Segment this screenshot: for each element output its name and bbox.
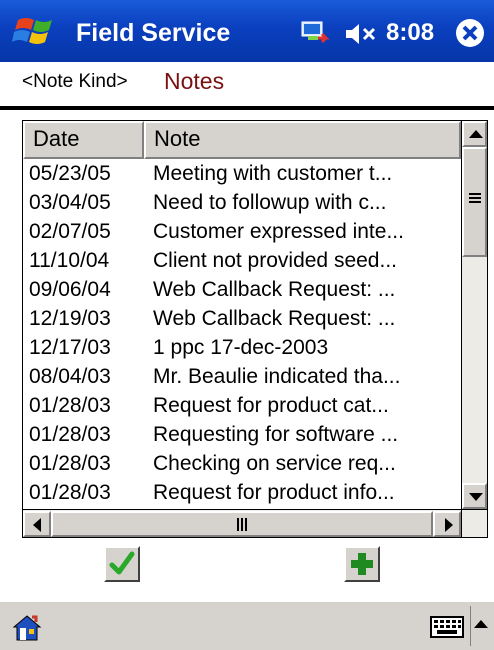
row-date: 01/28/03 [29, 452, 111, 475]
note-kind-value[interactable]: Notes [164, 68, 224, 94]
table-row[interactable]: 09/06/04 Web Callback Request: ... [23, 275, 461, 304]
arrow-right-icon [445, 518, 453, 532]
grip-icon [469, 193, 481, 203]
app-title: Field Service [76, 19, 231, 47]
row-note: Web Callback Request: ... [153, 278, 396, 301]
horizontal-scrollbar[interactable] [23, 509, 461, 537]
close-icon[interactable] [455, 18, 485, 48]
row-date: 01/28/03 [29, 394, 111, 417]
ok-button[interactable] [104, 546, 140, 582]
table-row[interactable]: 03/04/05 Need to followup with c... [23, 188, 461, 217]
speaker-muted-icon[interactable] [344, 22, 382, 46]
notes-list[interactable]: Date Note 05/23/05 Meeting with customer… [22, 120, 488, 538]
row-note: Requesting for software ... [153, 423, 399, 446]
row-date: 09/06/04 [29, 278, 111, 301]
divider [0, 106, 494, 110]
row-note: Mr. Beaulie indicated tha... [153, 365, 401, 388]
arrow-up-icon [469, 130, 483, 138]
scroll-left-button[interactable] [23, 511, 51, 537]
table-row[interactable]: 01/28/03 Request for product info... [23, 478, 461, 507]
scroll-down-button[interactable] [462, 483, 487, 509]
row-note: Request for product cat... [153, 394, 389, 417]
row-note: Web Callback Request: ... [153, 307, 396, 330]
vertical-scroll-thumb[interactable] [462, 147, 487, 257]
scroll-up-button[interactable] [462, 121, 487, 147]
checkmark-icon [109, 551, 135, 575]
table-body: 05/23/05 Meeting with customer t... 03/0… [23, 159, 461, 509]
arrow-down-icon [469, 493, 483, 501]
table-row[interactable]: 08/04/03 Mr. Beaulie indicated tha... [23, 362, 461, 391]
row-note: Meeting with customer t... [153, 162, 393, 185]
table-row[interactable]: 01/28/03 Checking on service req... [23, 449, 461, 478]
home-icon[interactable] [12, 614, 42, 642]
scroll-right-button[interactable] [433, 511, 461, 537]
row-note: Checking on service req... [153, 452, 396, 475]
windows-flag-icon[interactable] [12, 12, 58, 50]
table-header: Date Note [23, 121, 461, 159]
vertical-scrollbar[interactable] [461, 121, 487, 509]
arrow-up-icon [474, 620, 488, 628]
row-note: Client not provided seed... [153, 249, 397, 272]
keyboard-icon[interactable] [430, 616, 464, 638]
clock[interactable]: 8:08 [386, 20, 434, 46]
add-note-button[interactable] [344, 546, 380, 582]
table-row[interactable]: 11/10/04 Client not provided seed... [23, 246, 461, 275]
row-note: Need to followup with c... [153, 191, 387, 214]
input-panel-toggle[interactable] [470, 606, 490, 646]
connectivity-icon[interactable] [300, 20, 332, 46]
row-note: Request for product info... [153, 481, 395, 504]
table-row[interactable]: 01/28/03 Requesting for software ... [23, 420, 461, 449]
row-date: 03/04/05 [29, 191, 111, 214]
row-date: 01/28/03 [29, 423, 111, 446]
row-date: 11/10/04 [29, 249, 110, 272]
title-bar: Field Service 8:08 [0, 0, 494, 62]
horizontal-scroll-thumb[interactable] [51, 511, 433, 537]
row-date: 12/17/03 [29, 336, 111, 359]
row-date: 02/07/05 [29, 220, 111, 243]
scrollbar-corner [461, 509, 487, 537]
column-header-note[interactable]: Note [144, 121, 461, 159]
plus-icon [351, 553, 373, 575]
table-row[interactable]: 12/19/03 Web Callback Request: ... [23, 304, 461, 333]
table-row[interactable]: 12/17/03 1 ppc 17-dec-2003 [23, 333, 461, 362]
row-date: 05/23/05 [29, 162, 111, 185]
row-note: 1 ppc 17-dec-2003 [153, 336, 329, 359]
note-kind-row: <Note Kind> Notes [0, 62, 494, 106]
table-row[interactable]: 02/07/05 Customer expressed inte... [23, 217, 461, 246]
note-kind-label: <Note Kind> [22, 71, 128, 92]
arrow-left-icon [33, 518, 41, 532]
table-row[interactable]: 05/23/05 Meeting with customer t... [23, 159, 461, 188]
command-bar [0, 600, 494, 650]
table-row[interactable]: 01/28/03 Request for product cat... [23, 391, 461, 420]
row-date: 08/04/03 [29, 365, 111, 388]
row-date: 01/28/03 [29, 481, 111, 504]
grip-icon [237, 518, 247, 531]
row-note: Customer expressed inte... [153, 220, 404, 243]
row-date: 12/19/03 [29, 307, 111, 330]
column-header-date[interactable]: Date [23, 121, 144, 159]
